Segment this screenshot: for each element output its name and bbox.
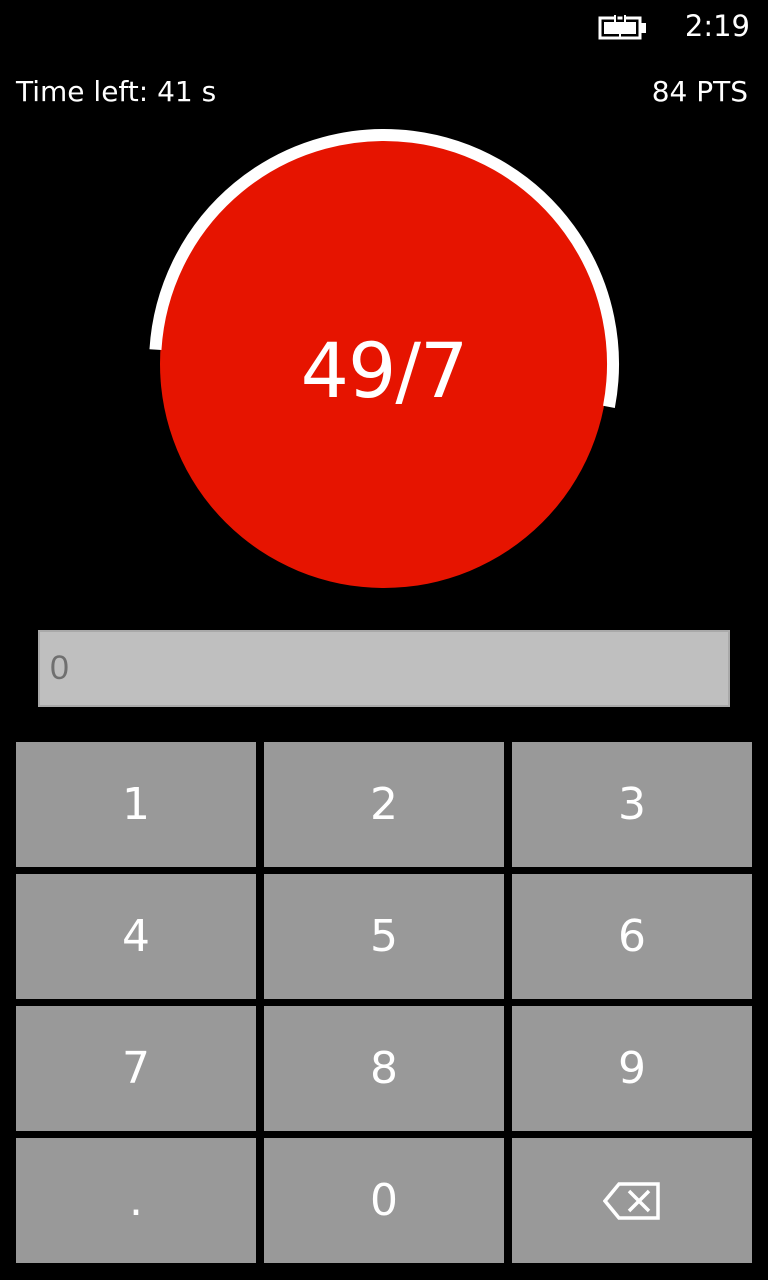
- status-bar: 2:19: [0, 0, 768, 52]
- answer-field[interactable]: 0: [38, 630, 730, 707]
- key-6[interactable]: 6: [512, 874, 752, 999]
- key-backspace[interactable]: [512, 1138, 752, 1263]
- key-5[interactable]: 5: [264, 874, 504, 999]
- key-4[interactable]: 4: [16, 874, 256, 999]
- key-label: 7: [122, 1043, 150, 1094]
- key-3[interactable]: 3: [512, 742, 752, 867]
- keypad: 1 2 3 4 5 6 7 8 9 . 0: [16, 742, 752, 1263]
- key-8[interactable]: 8: [264, 1006, 504, 1131]
- key-label: 2: [370, 779, 398, 830]
- key-label: 1: [122, 779, 150, 830]
- time-left-label: Time left: 41 s: [16, 75, 217, 108]
- key-label: 9: [618, 1043, 646, 1094]
- key-label: .: [129, 1175, 143, 1226]
- key-7[interactable]: 7: [16, 1006, 256, 1131]
- key-2[interactable]: 2: [264, 742, 504, 867]
- key-label: 3: [618, 779, 646, 830]
- problem-text: 49/7: [300, 325, 469, 415]
- game-screen: 2:19 Time left: 41 s 84 PTS 49/7 0 1 2 3…: [0, 0, 768, 1280]
- key-label: 8: [370, 1043, 398, 1094]
- key-decimal[interactable]: .: [16, 1138, 256, 1263]
- key-label: 0: [370, 1175, 398, 1226]
- key-label: 6: [618, 911, 646, 962]
- key-1[interactable]: 1: [16, 742, 256, 867]
- key-label: 4: [122, 911, 150, 962]
- clock: 2:19: [684, 9, 750, 43]
- battery-charging-icon: [598, 14, 646, 40]
- backspace-icon: [603, 1181, 660, 1220]
- key-0[interactable]: 0: [264, 1138, 504, 1263]
- key-label: 5: [370, 911, 398, 962]
- key-9[interactable]: 9: [512, 1006, 752, 1131]
- points-label: 84 PTS: [651, 75, 748, 108]
